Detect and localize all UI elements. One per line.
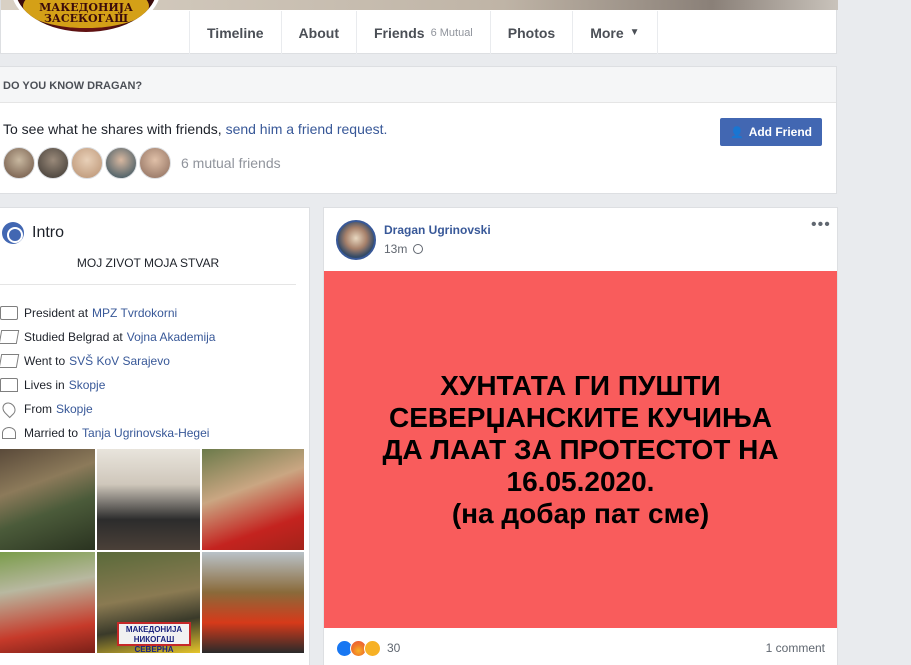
mutual-badge: 6 Mutual <box>430 26 473 39</box>
photo-tag: МАКЕДОНИЈА НИКОГАШ СЕВЕРНА <box>117 622 191 654</box>
intro-item-school: Went to SVŠ KoV Sarajevo <box>0 349 215 373</box>
photo-thumbnail[interactable] <box>0 552 95 653</box>
send-friend-request-link[interactable]: send him a friend request. <box>226 121 388 137</box>
avatar[interactable] <box>336 220 376 260</box>
photo-grid: МАКЕДОНИЈА НИКОГАШ СЕВЕРНА <box>0 449 304 654</box>
photo-thumbnail[interactable]: МАКЕДОНИЈА НИКОГАШ СЕВЕРНА <box>97 552 200 654</box>
graduation-cap-icon <box>0 354 20 368</box>
home-icon <box>0 378 18 392</box>
mutual-friends-count[interactable]: 6 mutual friends <box>181 155 281 171</box>
avatar[interactable] <box>37 147 69 179</box>
post-author[interactable]: Dragan Ugrinovski <box>384 223 491 237</box>
avatar[interactable] <box>71 147 103 179</box>
friend-request-text: To see what he shares with friends, send… <box>3 121 388 137</box>
avatar[interactable] <box>3 147 35 179</box>
intro-card: Intro MOJ ZIVOT MOJA STVAR President at … <box>0 207 310 665</box>
logo-text: МАКЕДОНИЈА ЗАСЕКОГАШ <box>39 1 133 25</box>
intro-list: President at MPZ Tvrdokorni Studied Belg… <box>0 301 215 445</box>
globe-icon <box>413 244 424 254</box>
profile-nav: Timeline About Friends 6 Mutual Photos Mo… <box>189 11 658 54</box>
globe-icon <box>2 222 24 244</box>
intro-title: Intro <box>2 222 64 244</box>
intro-item-lives: Lives in Skopje <box>0 373 215 397</box>
profile-cover: МАКЕДОНИЈА ЗАСЕКОГАШ Timeline About Frie… <box>0 0 838 54</box>
photo-thumbnail[interactable] <box>97 449 200 550</box>
profile-picture[interactable]: МАКЕДОНИЈА ЗАСЕКОГАШ <box>11 0 161 36</box>
photo-thumbnail[interactable] <box>0 449 95 550</box>
briefcase-icon <box>0 306 18 320</box>
tab-timeline[interactable]: Timeline <box>189 11 281 54</box>
card-heading: DO YOU KNOW DRAGAN? <box>0 67 836 103</box>
post-footer: 30 1 comment <box>324 628 837 665</box>
tab-more[interactable]: More ▼ <box>572 11 658 54</box>
intro-bio: MOJ ZIVOT MOJA STVAR <box>76 256 220 270</box>
add-person-icon: 👤 <box>729 126 744 139</box>
intro-link[interactable]: Vojna Akademija <box>127 330 216 344</box>
reactions[interactable]: 30 <box>336 639 401 657</box>
intro-link[interactable]: MPZ Tvrdokorni <box>92 306 177 320</box>
post-card: Dragan Ugrinovski 13m ••• ХУНТАТА ГИ ПУШ… <box>323 207 838 665</box>
photo-thumbnail[interactable] <box>202 552 304 653</box>
intro-item-education: Studied Belgrad at Vojna Akademija <box>0 325 215 349</box>
reaction-count: 30 <box>387 641 401 655</box>
tab-about[interactable]: About <box>280 11 356 54</box>
tab-friends[interactable]: Friends 6 Mutual <box>355 11 490 54</box>
intro-item-from: From Skopje <box>0 397 215 421</box>
post-background: ХУНТАТА ГИ ПУШТИ СЕВЕРЏАНСКИТЕ КУЧИЊА ДА… <box>324 271 837 628</box>
intro-link[interactable]: Skopje <box>56 402 93 416</box>
post-meta: 13m <box>384 242 424 256</box>
divider <box>0 284 296 285</box>
tab-photos[interactable]: Photos <box>489 11 572 54</box>
intro-link[interactable]: Tanja Ugrinovska-Hegei <box>82 426 209 440</box>
avatar[interactable] <box>105 147 137 179</box>
location-pin-icon <box>0 399 19 419</box>
graduation-cap-icon <box>0 330 20 344</box>
post-text: ХУНТАТА ГИ ПУШТИ СЕВЕРЏАНСКИТЕ КУЧИЊА ДА… <box>382 369 779 529</box>
intro-link[interactable]: SVŠ KoV Sarajevo <box>69 354 170 368</box>
add-friend-button[interactable]: 👤 Add Friend <box>720 118 822 146</box>
comment-count-link[interactable]: 1 comment <box>766 641 825 655</box>
photo-thumbnail[interactable] <box>202 449 304 550</box>
intro-item-relationship: Married to Tanja Ugrinovska-Hegei <box>0 421 215 445</box>
more-options-icon[interactable]: ••• <box>811 216 831 234</box>
mutual-friends-row: 6 mutual friends <box>3 147 281 179</box>
do-you-know-card: DO YOU KNOW DRAGAN? To see what he share… <box>0 66 837 194</box>
intro-item-work: President at MPZ Tvrdokorni <box>0 301 215 325</box>
caret-down-icon: ▼ <box>629 27 640 38</box>
heart-icon <box>2 427 16 439</box>
avatar[interactable] <box>139 147 171 179</box>
post-time[interactable]: 13m <box>384 242 407 256</box>
sad-reaction-icon <box>364 639 381 657</box>
intro-link[interactable]: Skopje <box>69 378 106 392</box>
